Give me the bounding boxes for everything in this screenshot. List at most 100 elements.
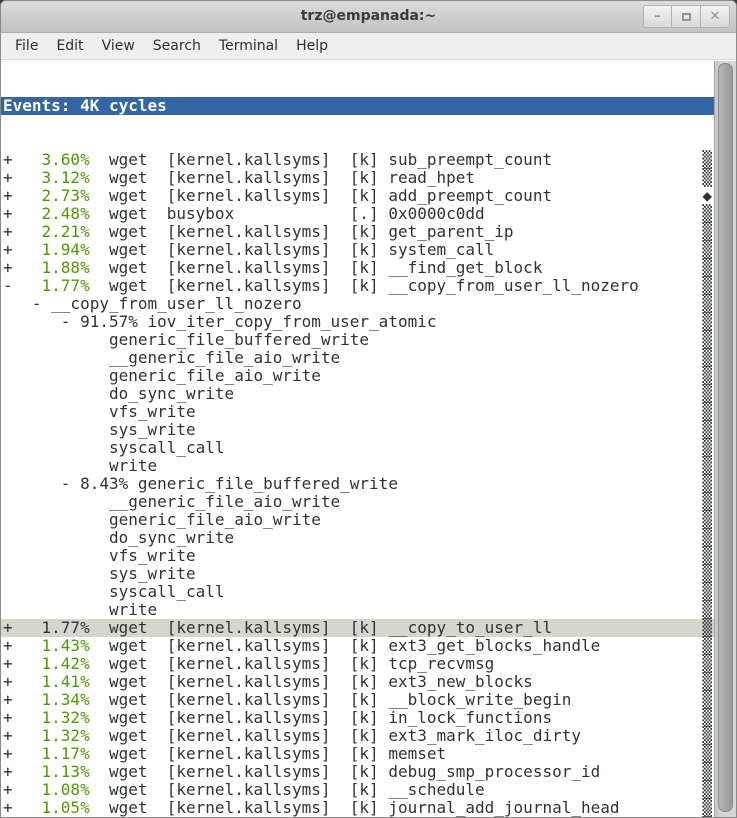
perf-row[interactable]: - 1.77% wget [kernel.kallsyms] [k] __cop… [1, 277, 714, 295]
maximize-button[interactable] [672, 5, 701, 28]
overhead-percent: 1.43% [42, 636, 90, 655]
scroll-track-shade-icon: ▒ [702, 637, 712, 655]
perf-row[interactable]: vfs_write▒ [1, 547, 714, 565]
perf-row[interactable]: + 1.32% wget [kernel.kallsyms] [k] in_lo… [1, 709, 714, 727]
perf-row[interactable]: + 1.77% wget [kernel.kallsyms] [k] __cop… [1, 619, 714, 637]
overhead-percent: 1.32% [42, 708, 90, 727]
scroll-track-shade-icon: ▒ [702, 619, 712, 637]
scroll-track-shade-icon: ▒ [702, 403, 712, 421]
perf-row[interactable]: + 2.21% wget [kernel.kallsyms] [k] get_p… [1, 223, 714, 241]
scroll-track-shade-icon: ▒ [702, 691, 712, 709]
scroll-track-shade-icon: ▒ [702, 151, 712, 169]
scroll-position-diamond-icon: ◆ [702, 187, 712, 205]
scroll-track-shade-icon: ▒ [702, 439, 712, 457]
menu-item-file[interactable]: File [13, 37, 40, 55]
overhead-percent: 1.08% [42, 780, 90, 799]
perf-row[interactable]: + 1.08% wget [kernel.kallsyms] [k] __sch… [1, 781, 714, 799]
scroll-track-shade-icon: ▒ [702, 277, 712, 295]
scrollbar-thumb[interactable] [718, 63, 733, 812]
scroll-track-shade-icon: ▒ [702, 511, 712, 529]
scroll-track-shade-icon: ▒ [702, 565, 712, 583]
perf-row[interactable]: + 1.42% wget [kernel.kallsyms] [k] tcp_r… [1, 655, 714, 673]
perf-row[interactable]: do_sync_write▒ [1, 385, 714, 403]
terminal-scrollbar[interactable] [714, 61, 736, 817]
perf-row[interactable]: sys_write▒ [1, 565, 714, 583]
perf-row[interactable]: syscall_call▒ [1, 583, 714, 601]
perf-row[interactable]: sys_write▒ [1, 421, 714, 439]
overhead-percent: 2.21% [42, 222, 90, 241]
events-header: Events: 4K cycles [1, 97, 714, 115]
window-controls: –✕ [643, 5, 730, 28]
menu-item-terminal[interactable]: Terminal [217, 37, 280, 55]
overhead-percent: 3.60% [42, 150, 90, 169]
scroll-track-shade-icon: ▒ [702, 673, 712, 691]
perf-row[interactable]: generic_file_aio_write▒ [1, 511, 714, 529]
menubar: File Edit View Search Terminal Help [1, 33, 736, 60]
scroll-track-shade-icon: ▒ [702, 547, 712, 565]
overhead-percent: 1.13% [42, 762, 90, 781]
perf-row[interactable]: - 8.43% generic_file_buffered_write▒ [1, 475, 714, 493]
perf-row[interactable]: + 3.60% wget [kernel.kallsyms] [k] sub_p… [1, 151, 714, 169]
overhead-percent: 1.88% [42, 258, 90, 277]
perf-row[interactable]: - __copy_from_user_ll_nozero▒ [1, 295, 714, 313]
perf-row[interactable]: + 1.17% wget [kernel.kallsyms] [k] memse… [1, 745, 714, 763]
scroll-track-shade-icon: ▒ [702, 529, 712, 547]
perf-row[interactable]: + 3.12% wget [kernel.kallsyms] [k] read_… [1, 169, 714, 187]
scroll-track-shade-icon: ▒ [702, 349, 712, 367]
screen-rows: + 3.60% wget [kernel.kallsyms] [k] sub_p… [1, 151, 714, 818]
perf-row[interactable]: vfs_write▒ [1, 403, 714, 421]
menu-item-search[interactable]: Search [151, 37, 203, 55]
overhead-percent: 1.41% [42, 672, 90, 691]
perf-row[interactable]: generic_file_buffered_write▒ [1, 331, 714, 349]
perf-tui-screen[interactable]: Events: 4K cycles + 3.60% wget [kernel.k… [1, 61, 714, 817]
overhead-percent: 2.48% [42, 204, 90, 223]
perf-row[interactable]: __generic_file_aio_write▒ [1, 349, 714, 367]
perf-row[interactable]: syscall_call▒ [1, 439, 714, 457]
scroll-track-shade-icon: ▒ [702, 205, 712, 223]
overhead-percent: 2.73% [42, 186, 90, 205]
minimize-button[interactable]: – [643, 5, 672, 28]
perf-row[interactable]: __generic_file_aio_write▒ [1, 493, 714, 511]
perf-row[interactable]: + 1.88% wget [kernel.kallsyms] [k] __fin… [1, 259, 714, 277]
overhead-percent: 1.77% [42, 618, 90, 637]
perf-row[interactable]: + 1.41% wget [kernel.kallsyms] [k] ext3_… [1, 673, 714, 691]
scroll-track-shade-icon: ▒ [702, 223, 712, 241]
perf-row[interactable]: write▒ [1, 601, 714, 619]
overhead-percent: 1.94% [42, 240, 90, 259]
titlebar[interactable]: trz@empanada:~ –✕ [1, 1, 736, 33]
square-icon [682, 13, 691, 21]
perf-row[interactable]: + 2.73% wget [kernel.kallsyms] [k] add_p… [1, 187, 714, 205]
scroll-track-shade-icon: ▒ [702, 313, 712, 331]
perf-row[interactable]: + 1.32% wget [kernel.kallsyms] [k] ext3_… [1, 727, 714, 745]
scroll-track-shade-icon: ▒ [702, 475, 712, 493]
menu-item-help[interactable]: Help [294, 37, 330, 55]
scroll-track-shade-icon: ▒ [702, 799, 712, 817]
overhead-percent: 1.34% [42, 690, 90, 709]
close-button[interactable]: ✕ [701, 5, 730, 28]
overhead-percent: 1.32% [42, 726, 90, 745]
scroll-track-shade-icon: ▒ [702, 727, 712, 745]
perf-row[interactable]: + 1.34% wget [kernel.kallsyms] [k] __blo… [1, 691, 714, 709]
perf-row[interactable]: + 1.05% wget [kernel.kallsyms] [k] journ… [1, 799, 714, 817]
scroll-track-shade-icon: ▒ [702, 385, 712, 403]
scroll-track-shade-icon: ▒ [702, 259, 712, 277]
scroll-track-shade-icon: ▒ [702, 781, 712, 799]
terminal-content: Events: 4K cycles + 3.60% wget [kernel.k… [1, 61, 736, 817]
perf-row[interactable]: write▒ [1, 457, 714, 475]
overhead-percent: 1.77% [42, 276, 90, 295]
menu-item-view[interactable]: View [100, 37, 137, 55]
scroll-track-shade-icon: ▒ [702, 745, 712, 763]
overhead-percent: 3.12% [42, 168, 90, 187]
scroll-track-shade-icon: ▒ [702, 709, 712, 727]
menu-item-edit[interactable]: Edit [54, 37, 85, 55]
perf-row[interactable]: + 1.43% wget [kernel.kallsyms] [k] ext3_… [1, 637, 714, 655]
scroll-track-shade-icon: ▒ [702, 601, 712, 619]
perf-row[interactable]: generic_file_aio_write▒ [1, 367, 714, 385]
perf-row[interactable]: + 2.48% wget busybox [.] 0x0000c0dd▒ [1, 205, 714, 223]
scroll-track-shade-icon: ▒ [702, 367, 712, 385]
perf-row[interactable]: do_sync_write▒ [1, 529, 714, 547]
perf-row[interactable]: - 91.57% iov_iter_copy_from_user_atomic▒ [1, 313, 714, 331]
scroll-track-shade-icon: ▒ [702, 295, 712, 313]
perf-row[interactable]: + 1.94% wget [kernel.kallsyms] [k] syste… [1, 241, 714, 259]
perf-row[interactable]: + 1.13% wget [kernel.kallsyms] [k] debug… [1, 763, 714, 781]
